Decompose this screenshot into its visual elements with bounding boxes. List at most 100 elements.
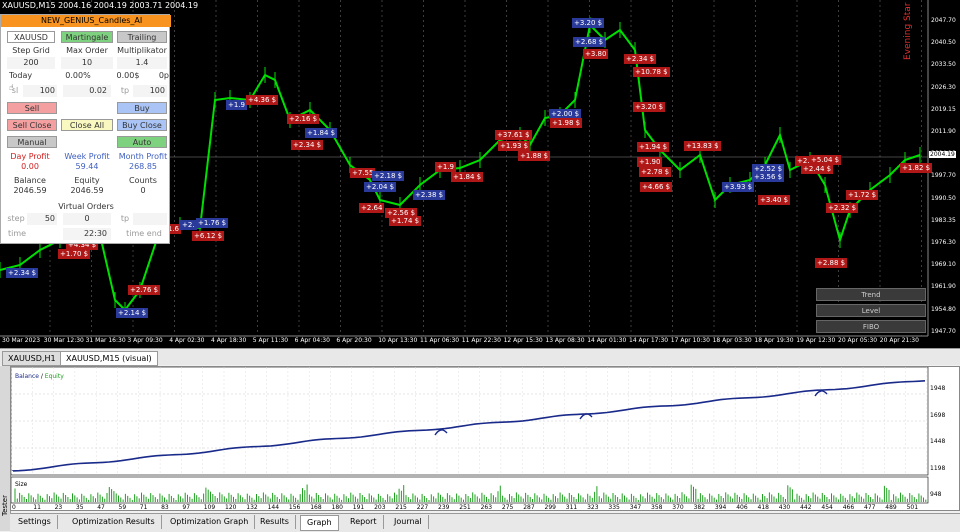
tester-tab-optimization-graph[interactable]: Optimization Graph [164,515,256,529]
price-tick: 1983.35 [931,216,956,224]
date-tick: 31 Mar 16:30 [85,337,126,344]
tester-x-tick: 454 [821,504,833,511]
tester-y-tick: 948 [930,491,942,498]
current-price-tag: 2004.19 [929,151,956,158]
fibo-button[interactable]: FIBO [816,320,926,333]
price-tick: 1954.80 [931,305,956,313]
price-tick: 2011.90 [931,128,956,135]
tester-x-tick: 335 [608,504,620,511]
tester-x-tick: 227 [416,504,429,511]
tab-xauusd-h1[interactable]: XAUUSD,H1 [2,351,62,366]
tester-tab-report[interactable]: Report [344,515,384,529]
tester-side-label: Tester [1,495,9,516]
tester-x-tick: 168 [310,504,322,511]
date-tick: 18 Apr 19:30 [754,337,794,344]
lot-input[interactable]: 0.02 [63,85,111,97]
buy-button[interactable]: Buy [117,102,167,114]
sl-input[interactable]: 100 [23,85,57,97]
max-order-label: Max Order [66,46,108,55]
tester-y-tick: 1448 [930,438,946,445]
trade-profit-label: +2.44 $ [801,164,834,174]
equity-value: 2046.59 [70,186,104,195]
trade-profit-label: +3.56 $ [752,172,785,182]
tp-input[interactable]: 100 [133,85,167,97]
tester-tab-results[interactable]: Results [254,515,296,529]
tester-tab-optimization-results[interactable]: Optimization Results [66,515,162,529]
manual-button[interactable]: Manual [7,136,57,148]
trade-profit-label: +3.80 [583,49,609,59]
trade-profit-label: +1.90 [637,157,663,167]
trade-profit-label: +3.93 $ [722,182,755,192]
step-input[interactable]: 50 [27,213,57,225]
martingale-button[interactable]: Martingale [61,31,113,43]
tester-x-tick: 418 [757,504,769,511]
level-button[interactable]: Level [816,304,926,317]
balance-value: 2046.59 [13,186,47,195]
tab-xauusd-m15-visual[interactable]: XAUUSD,M15 (visual) [60,351,158,366]
tester-x-tick: 132 [246,504,258,511]
date-tick: 11 Apr 22:30 [461,337,501,344]
tester-x-tick: 59 [118,504,127,511]
date-tick: 13 Apr 08:30 [545,337,585,344]
date-tick: 30 Mar 12:30 [43,337,84,344]
tester-x-tick: 263 [480,504,493,511]
vo-value-input[interactable]: 0 [63,213,111,225]
equity-legend: Equity [44,373,64,380]
date-tick: 30 Mar 2023 [2,337,41,344]
date-tick: 17 Apr 10:30 [670,337,710,344]
sell-button[interactable]: Sell [7,102,57,114]
tester-tab-graph[interactable]: Graph [300,515,339,531]
tester-x-tick: 156 [288,504,301,511]
trade-profit-label: +2.34 $ [624,54,657,64]
price-tick: 2026.30 [931,83,956,91]
close-all-button[interactable]: Close All [61,119,113,131]
time-input[interactable]: 22:30 [63,228,111,240]
today-percent: 0.00% [65,71,91,80]
price-tick: 2019.15 [931,105,956,113]
tester-tab-settings[interactable]: Settings [12,515,58,529]
tester-x-tick: 299 [544,504,556,511]
tester-x-tick: 311 [565,504,578,511]
tester-graph-canvas [11,367,929,504]
tester-x-tick: 394 [714,504,727,511]
trailing-button[interactable]: Trailing [117,31,167,43]
date-tick: 14 Apr 17:30 [629,337,669,344]
auto-button[interactable]: Auto [117,136,167,148]
tester-y-tick: 1198 [930,464,946,472]
date-tick: 12 Apr 15:30 [503,337,543,344]
step-grid-input[interactable]: 200 [7,57,55,69]
tester-x-tick: 323 [587,504,599,511]
pattern-label: Evening Star - 15 [903,0,913,60]
buy-close-button[interactable]: Buy Close [117,119,167,131]
sell-close-button[interactable]: Sell Close [7,119,57,131]
trade-profit-label: +2.78 $ [639,167,672,177]
price-tick: 2040.50 [931,39,956,47]
tester-x-tick: 23 [54,504,63,511]
step-grid-label: Step Grid [12,46,50,55]
tester-x-tick: 83 [161,504,169,511]
price-tick: 1990.50 [931,194,956,202]
tester-x-tick: 71 [139,504,148,511]
max-order-input[interactable]: 10 [61,57,113,69]
date-tick: 6 Apr 04:30 [294,337,330,344]
tester-x-tick: 0 [12,504,16,511]
day-profit-value: 0.00 [21,162,39,171]
multiplikator-input[interactable]: 1.4 [117,57,167,69]
trade-profit-label: +1.76 $ [196,218,229,228]
trend-button[interactable]: Trend [816,288,926,301]
trade-profit-label: +1.88 $ [518,151,551,161]
tester-x-tick: 442 [800,504,812,511]
trade-profit-label: +1.70 $ [58,249,91,259]
vo-tp-input[interactable] [133,213,167,225]
tester-graph: Balance / Equity Size [10,366,960,511]
tester-x-tick: 191 [352,504,365,511]
tester-tab-journal[interactable]: Journal [388,515,429,529]
trade-profit-label: +2.38 $ [413,190,446,200]
date-tick: 11 Apr 06:30 [420,337,460,344]
tester-x-tick: 347 [629,504,642,511]
symbol-field[interactable]: XAUUSD [7,31,55,43]
date-tick: 20 Apr 21:30 [879,337,919,344]
trade-profit-label: +1.98 $ [550,118,583,128]
tester-x-tick: 215 [395,504,407,511]
counts-value: 0 [140,186,146,195]
